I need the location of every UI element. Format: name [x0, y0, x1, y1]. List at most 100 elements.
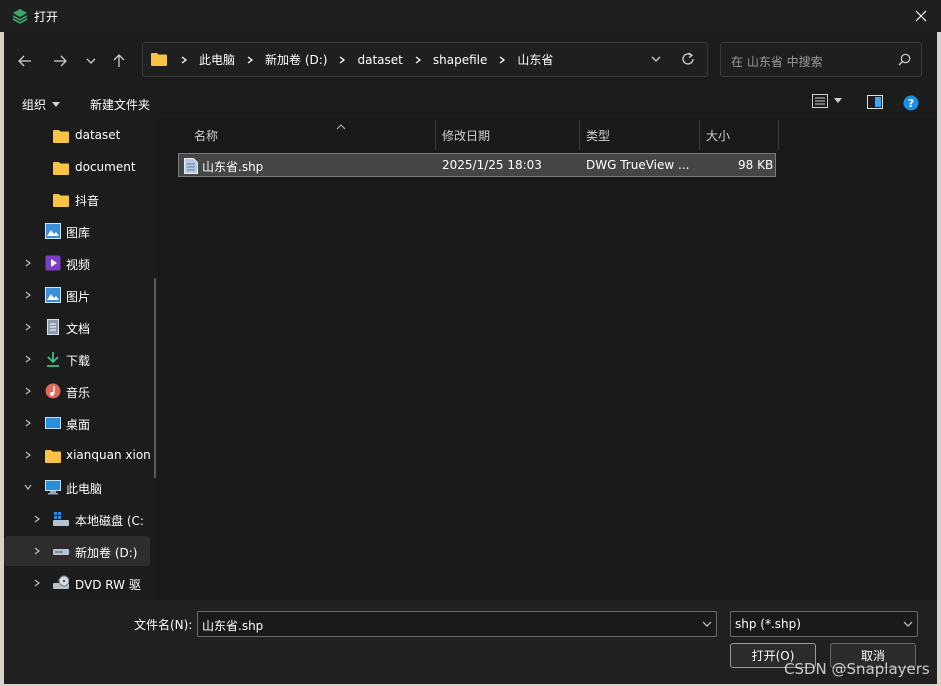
back-button[interactable]: [14, 50, 36, 72]
column-header-name[interactable]: 名称: [188, 122, 434, 148]
chevron-down-icon[interactable]: [702, 619, 712, 629]
view-options-button[interactable]: [812, 94, 842, 108]
file-modified: 2025/1/25 18:03: [442, 158, 542, 172]
address-bar[interactable]: 此电脑 新加卷 (D:) dataset shapefile 山东省: [142, 42, 708, 77]
new-folder-button[interactable]: 新建文件夹: [90, 96, 150, 113]
sidebar-item-label: 桌面: [66, 418, 91, 432]
arrow-right-icon: [54, 55, 67, 67]
chevron-right-icon[interactable]: [32, 546, 42, 556]
chevron-right-icon[interactable]: [23, 354, 33, 364]
computer-icon: [45, 480, 61, 495]
chevron-right-icon[interactable]: [32, 514, 42, 524]
sidebar-item-label: 本地磁盘 (C:: [75, 514, 144, 528]
sidebar-item-gallery[interactable]: 图库: [4, 216, 150, 246]
chevron-right-icon: [335, 53, 349, 67]
column-header-label: 修改日期: [442, 128, 491, 143]
sidebar-item-drive-d[interactable]: 新加卷 (D:): [4, 536, 150, 566]
sidebar-item-xianquan[interactable]: xianquan xion: [4, 440, 150, 470]
refresh-icon: [682, 52, 694, 65]
chevron-right-icon[interactable]: [32, 578, 42, 588]
column-header-label: 大小: [706, 128, 731, 143]
dvd-drive-icon: [53, 575, 69, 589]
organize-label: 组织: [22, 98, 47, 112]
search-input[interactable]: 在 山东省 中搜索: [720, 42, 922, 77]
app-layers-icon: [12, 9, 28, 24]
sidebar-item-local-disk-c[interactable]: 本地磁盘 (C:: [4, 504, 150, 534]
preview-pane-button[interactable]: [867, 95, 883, 109]
sidebar-item-dvd-drive[interactable]: DVD RW 驱: [4, 568, 150, 598]
folder-icon: [151, 53, 167, 66]
chevron-right-icon[interactable]: [23, 450, 33, 460]
details-view-icon: [812, 94, 828, 108]
folder-icon: [53, 162, 69, 175]
sidebar-item-label: xianquan xion: [66, 448, 150, 462]
folder-icon: [53, 130, 69, 143]
sidebar-item-label: 视频: [66, 258, 91, 272]
sidebar-item-dataset[interactable]: dataset: [4, 120, 150, 150]
sidebar-item-documents[interactable]: 文档: [4, 312, 150, 342]
documents-icon: [47, 319, 59, 335]
column-header-modified[interactable]: 修改日期: [436, 122, 579, 148]
breadcrumb-drive-d[interactable]: 新加卷 (D:): [261, 51, 331, 68]
file-type-select[interactable]: shp (*.shp): [730, 611, 918, 637]
breadcrumb-shandong[interactable]: 山东省: [513, 51, 557, 68]
filename-input[interactable]: 山东省.shp: [197, 611, 717, 637]
help-button[interactable]: ?: [903, 95, 919, 111]
window-title: 打开: [34, 10, 59, 24]
chevron-right-icon[interactable]: [23, 290, 33, 300]
sidebar-item-label: 音乐: [66, 386, 91, 400]
svg-text:?: ?: [908, 97, 914, 110]
background-edge-right: [937, 32, 941, 686]
breadcrumb-dataset[interactable]: dataset: [353, 53, 406, 67]
sidebar-item-label: 文档: [66, 322, 91, 336]
column-divider[interactable]: [778, 120, 779, 150]
sidebar-item-label: 此电脑: [66, 482, 103, 496]
sidebar-item-pictures[interactable]: 图片: [4, 280, 150, 310]
sidebar-item-label: 抖音: [75, 194, 100, 208]
close-icon: [915, 10, 927, 22]
chevron-right-icon[interactable]: [23, 258, 33, 268]
up-button[interactable]: [108, 50, 130, 72]
preview-pane-icon: [867, 95, 883, 109]
caret-down-icon: [834, 98, 842, 103]
sidebar-item-downloads[interactable]: 下载: [4, 344, 150, 374]
search-placeholder: 在 山东省 中搜索: [731, 55, 823, 69]
table-row[interactable]: 山东省.shp 2025/1/25 18:03 DWG TrueView ...…: [178, 153, 776, 177]
forward-button[interactable]: [49, 50, 71, 72]
command-bar: 组织 新建文件夹 ?: [4, 88, 937, 118]
sidebar-item-document[interactable]: document: [4, 152, 150, 182]
gallery-icon: [45, 223, 61, 239]
organize-menu[interactable]: 组织: [22, 96, 61, 113]
column-header-label: 名称: [194, 128, 219, 143]
help-icon: ?: [903, 95, 919, 111]
sidebar-item-label: document: [75, 160, 136, 174]
caret-down-icon: [52, 101, 61, 107]
sidebar-item-this-pc[interactable]: 此电脑: [4, 472, 150, 502]
sidebar-item-videos[interactable]: 视频: [4, 248, 150, 278]
chevron-right-icon[interactable]: [23, 386, 33, 396]
sidebar-item-desktop[interactable]: 桌面: [4, 408, 150, 438]
new-folder-label: 新建文件夹: [90, 98, 151, 112]
download-icon: [47, 352, 59, 367]
breadcrumb-shapefile[interactable]: shapefile: [429, 53, 492, 67]
recent-locations-button[interactable]: [80, 50, 102, 72]
breadcrumb-this-pc[interactable]: 此电脑: [195, 51, 239, 68]
file-size: 98 KB: [738, 158, 774, 172]
sidebar-item-douyin[interactable]: 抖音: [4, 184, 150, 214]
chevron-right-icon: [177, 53, 191, 67]
sidebar-item-label: dataset: [75, 128, 121, 142]
sidebar-scrollbar[interactable]: [154, 278, 156, 478]
chevron-right-icon[interactable]: [23, 418, 33, 428]
address-history-dropdown[interactable]: [651, 53, 661, 67]
chevron-down-icon: [903, 621, 913, 627]
sidebar-item-music[interactable]: 音乐: [4, 376, 150, 406]
desktop-icon: [45, 417, 61, 429]
close-button[interactable]: [911, 6, 931, 26]
drive-icon: [53, 549, 69, 555]
refresh-button[interactable]: [681, 52, 695, 69]
column-header-type[interactable]: 类型: [580, 122, 699, 148]
column-header-size[interactable]: 大小: [700, 122, 778, 148]
chevron-down-icon[interactable]: [23, 482, 33, 492]
file-icon: [184, 158, 198, 174]
chevron-right-icon[interactable]: [23, 322, 33, 332]
